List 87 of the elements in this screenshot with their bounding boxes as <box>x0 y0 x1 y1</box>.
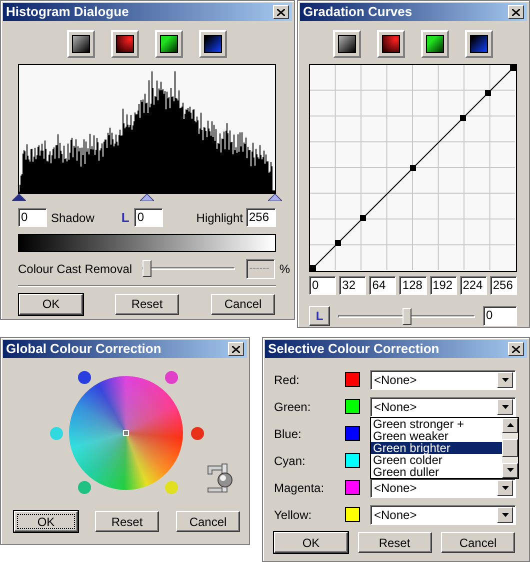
highlight-field[interactable]: 256 <box>246 208 276 228</box>
slider-thumb[interactable] <box>402 308 411 324</box>
dropdown-option[interactable]: Green weaker <box>371 430 502 442</box>
dialog-button[interactable]: Cancel <box>176 511 240 532</box>
dialog-button[interactable]: OK <box>14 511 78 532</box>
curve-value-field[interactable]: 256 <box>490 276 517 295</box>
dropdown-arrow-button[interactable] <box>497 372 513 388</box>
close-icon <box>232 346 240 352</box>
dropdown[interactable]: <None> <box>370 478 516 498</box>
channel-button[interactable] <box>155 30 183 58</box>
colour-label: Green: <box>274 398 312 416</box>
shadow-field[interactable]: 0 <box>18 208 47 228</box>
marker-triangle-icon[interactable] <box>12 194 26 201</box>
close-icon <box>512 8 520 16</box>
colour-cast-label: Colour Cast Removal <box>18 260 132 278</box>
caret-icon <box>502 512 508 516</box>
slider-value-field[interactable]: 0 <box>483 306 517 326</box>
dropdown-option[interactable]: Green duller <box>371 466 502 478</box>
percent-label: % <box>279 260 290 278</box>
colour-dot[interactable] <box>164 480 178 494</box>
dropdown-option[interactable]: Green stronger + <box>371 418 502 430</box>
channel-button[interactable] <box>333 30 361 58</box>
dialog-button[interactable]: Reset <box>95 511 159 532</box>
dialog-button[interactable]: Reset <box>115 294 179 314</box>
scroll-thumb[interactable] <box>502 438 518 456</box>
colour-label: Magenta: <box>274 480 326 496</box>
dialog-button[interactable]: Cancel <box>211 294 275 314</box>
colour-label: Red: <box>274 372 300 388</box>
curve-value-field[interactable]: 192 <box>430 276 457 295</box>
colour-label: Yellow: <box>274 506 313 524</box>
dropdown[interactable]: <None> <box>370 370 516 390</box>
scrollbar[interactable] <box>502 418 518 478</box>
dropdown-option[interactable]: Green colder <box>371 454 502 466</box>
highlight-label: Highlight <box>196 210 243 227</box>
caret-icon <box>502 404 508 408</box>
window-title: Histogram Dialogue <box>6 3 129 21</box>
close-button[interactable] <box>508 5 524 19</box>
caret-icon <box>502 486 508 490</box>
colour-dot[interactable] <box>50 426 62 440</box>
dialog-button[interactable]: OK <box>274 532 348 553</box>
curve-value-field[interactable]: 224 <box>460 276 487 295</box>
window-title: Global Colour Correction <box>6 340 162 358</box>
curve-value-field[interactable]: 64 <box>369 276 396 295</box>
close-button[interactable] <box>273 5 289 19</box>
caret-icon <box>506 423 514 427</box>
marker-triangle-icon[interactable] <box>268 194 282 201</box>
dropdown-arrow-button[interactable] <box>497 398 513 414</box>
dropdown-arrow-button[interactable] <box>497 506 513 522</box>
channel-button[interactable] <box>67 30 95 58</box>
curve-value-field[interactable]: 32 <box>339 276 366 295</box>
curve-value-field[interactable]: 128 <box>399 276 427 295</box>
colour-label: Cyan: <box>274 452 306 470</box>
dropdown[interactable]: <None> <box>370 504 516 524</box>
dialog-button[interactable]: Cancel <box>441 532 515 553</box>
dropdown-option[interactable]: Green brighter <box>371 442 502 454</box>
mode-glyph: L <box>121 209 130 227</box>
lever-icon <box>206 462 234 494</box>
window-title: Selective Colour Correction <box>268 340 440 358</box>
close-button[interactable] <box>508 342 524 356</box>
channel-button[interactable] <box>421 30 449 58</box>
colour-dot[interactable] <box>78 370 90 384</box>
channel-button[interactable] <box>465 30 493 58</box>
center-marker-icon <box>123 430 129 436</box>
caret-icon <box>506 468 514 472</box>
close-button[interactable] <box>228 342 244 356</box>
curve-value-field[interactable]: 0 <box>309 276 336 295</box>
close-icon <box>512 346 520 352</box>
marker-triangle-icon[interactable] <box>140 194 154 201</box>
channel-button[interactable] <box>377 30 405 58</box>
caret-icon <box>502 378 508 382</box>
mode-button[interactable]: L <box>309 306 330 326</box>
shadow-label: Shadow <box>51 210 94 227</box>
close-icon <box>277 8 285 16</box>
dropdown-arrow-button[interactable] <box>497 480 513 496</box>
dialog-button[interactable]: Reset <box>358 532 432 553</box>
midtone-field[interactable]: 0 <box>134 208 164 228</box>
channel-button[interactable] <box>199 30 227 58</box>
colour-dot[interactable] <box>78 480 90 494</box>
colour-dot[interactable] <box>164 370 178 384</box>
colour-dot[interactable] <box>190 426 204 440</box>
channel-button[interactable] <box>111 30 139 58</box>
dialog-button[interactable]: OK <box>19 294 83 314</box>
colour-label: Blue: <box>274 426 302 442</box>
scroll-down-button[interactable] <box>502 462 518 478</box>
percent-field: ------ <box>246 258 276 278</box>
window-title: Gradation Curves <box>303 3 412 21</box>
scroll-up-button[interactable] <box>502 418 518 432</box>
